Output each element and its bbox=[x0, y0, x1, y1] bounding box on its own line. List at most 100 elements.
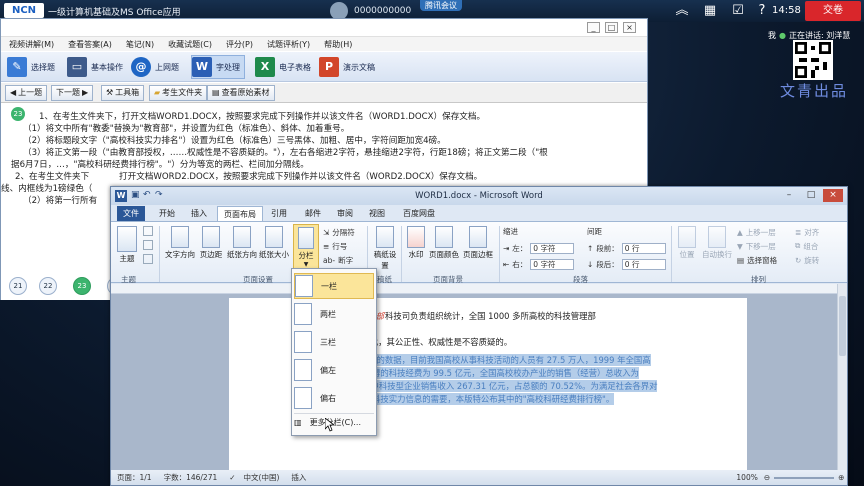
text-direction-button[interactable]: 文字方向 bbox=[165, 226, 195, 260]
prev-question-button[interactable]: ◀ 上一题 bbox=[5, 85, 48, 101]
menu-favorite[interactable]: 收藏试题(C) bbox=[168, 39, 212, 50]
indent-right-value[interactable]: 0 字符 bbox=[530, 258, 575, 270]
tab-home[interactable]: 开始 bbox=[153, 206, 181, 221]
paper-size-button[interactable]: 纸张大小 bbox=[259, 226, 289, 260]
close-icon[interactable]: × bbox=[823, 189, 843, 202]
selection-pane-button[interactable]: ▤ 选择窗格 bbox=[737, 254, 777, 266]
module-basic-ops[interactable]: ▭ 基本操作 bbox=[67, 55, 123, 79]
wrap-text-button[interactable]: 自动换行 bbox=[701, 226, 733, 260]
excel-icon: X bbox=[255, 57, 275, 77]
indent-right-field[interactable]: ⇤ 右： 0 字符 bbox=[503, 258, 575, 270]
question-number-21[interactable]: 21 bbox=[9, 277, 27, 295]
module-choice[interactable]: ✎ 选择题 bbox=[7, 55, 55, 79]
align-button[interactable]: ≣ 对齐 bbox=[795, 226, 819, 238]
spellcheck-icon[interactable]: ✓ bbox=[229, 473, 235, 482]
tab-file[interactable]: 文件 bbox=[117, 206, 145, 221]
next-question-button[interactable]: 下一题 ▶ bbox=[51, 85, 94, 101]
chevron-down-icon: ▼ bbox=[303, 261, 309, 268]
tab-view[interactable]: 视图 bbox=[363, 206, 391, 221]
exam-folder-button[interactable]: ▰ 考生文件夹 bbox=[149, 85, 208, 101]
menu-score[interactable]: 评分(P) bbox=[226, 39, 253, 50]
scroll-thumb[interactable] bbox=[839, 296, 846, 356]
menu-notes[interactable]: 笔记(N) bbox=[126, 39, 154, 50]
rotate-button[interactable]: ↻ 旋转 bbox=[795, 254, 819, 266]
module-ppt[interactable]: P 演示文稿 bbox=[319, 55, 375, 79]
zoom-slider[interactable] bbox=[774, 476, 835, 479]
themes-button[interactable]: 主题 bbox=[117, 226, 137, 264]
tab-review[interactable]: 审阅 bbox=[331, 206, 359, 221]
zoom-out-icon[interactable]: ⊖ bbox=[764, 473, 770, 482]
line-numbers-icon: ≡ bbox=[323, 241, 330, 251]
question-number-23[interactable]: 23 bbox=[73, 277, 91, 295]
menu-video[interactable]: 视频讲解(M) bbox=[9, 39, 54, 50]
status-zoom[interactable]: 100% bbox=[736, 473, 757, 482]
status-page[interactable]: 页面：1/1 bbox=[117, 472, 152, 483]
view-material-button[interactable]: ▤ 查看原始素材 bbox=[207, 85, 275, 101]
menu-analysis[interactable]: 试题评析(Y) bbox=[267, 39, 310, 50]
spacing-before-value[interactable]: 0 行 bbox=[621, 242, 666, 254]
theme-colors-icon[interactable] bbox=[143, 226, 153, 236]
separator bbox=[159, 226, 160, 282]
columns-option-two[interactable]: 两栏 bbox=[294, 301, 374, 327]
breaks-button[interactable]: ⇲ 分隔符 bbox=[323, 226, 355, 238]
status-words[interactable]: 字数：146/271 bbox=[164, 472, 218, 483]
minimize-icon[interactable]: – bbox=[779, 189, 799, 202]
submit-exam-button[interactable]: 交卷 bbox=[805, 1, 861, 21]
columns-option-one[interactable]: 一栏 bbox=[294, 273, 374, 299]
menu-help[interactable]: 帮助(H) bbox=[324, 39, 352, 50]
toolbox-button[interactable]: ⚒ 工具箱 bbox=[101, 85, 145, 101]
columns-button[interactable]: 分栏 ▼ bbox=[293, 224, 319, 272]
columns-option-three[interactable]: 三栏 bbox=[294, 329, 374, 355]
tab-mailings[interactable]: 邮件 bbox=[299, 206, 327, 221]
zoom-in-icon[interactable]: ⊕ bbox=[838, 473, 844, 482]
calculator-icon[interactable]: ▦ bbox=[702, 3, 718, 19]
position-button[interactable]: 位置 bbox=[675, 226, 699, 260]
maximize-icon[interactable]: □ bbox=[605, 22, 618, 33]
bring-forward-button[interactable]: ▲ 上移一层 bbox=[737, 226, 776, 238]
collapse-icon[interactable]: ︽ bbox=[674, 3, 690, 19]
close-icon[interactable]: × bbox=[623, 22, 636, 33]
group-button[interactable]: ⧉ 组合 bbox=[795, 240, 818, 252]
margins-button[interactable]: 页边距 bbox=[197, 226, 225, 260]
minimize-icon[interactable]: _ bbox=[587, 22, 600, 33]
columns-icon bbox=[298, 227, 314, 249]
send-backward-button[interactable]: ▼ 下移一层 bbox=[737, 240, 776, 252]
spacing-after-field[interactable]: ↓ 段后： 0 行 bbox=[587, 258, 666, 270]
indent-right-icon: ⇤ bbox=[503, 259, 510, 269]
watermark-button[interactable]: 水印 bbox=[405, 226, 427, 260]
button-label: 查看原始素材 bbox=[221, 88, 270, 97]
tool-icon: ⚒ bbox=[106, 88, 114, 97]
tab-references[interactable]: 引用 bbox=[265, 206, 293, 221]
checklist-icon[interactable]: ☑ bbox=[730, 3, 746, 19]
status-language[interactable]: 中文(中国) bbox=[244, 472, 280, 483]
menu-answer[interactable]: 查看答案(A) bbox=[68, 39, 112, 50]
tab-baidu[interactable]: 百度网盘 bbox=[397, 206, 441, 221]
theme-effects-icon[interactable] bbox=[143, 254, 153, 264]
columns-option-right[interactable]: 偏右 bbox=[294, 385, 374, 411]
ruler[interactable] bbox=[111, 284, 847, 294]
question-number-22[interactable]: 22 bbox=[39, 277, 57, 295]
indent-left-value[interactable]: 0 字符 bbox=[530, 242, 575, 254]
spacing-before-field[interactable]: ↑ 段前： 0 行 bbox=[587, 242, 666, 254]
tab-page-layout[interactable]: 页面布局 bbox=[217, 206, 263, 221]
maximize-icon[interactable]: □ bbox=[801, 189, 821, 202]
line-numbers-button[interactable]: ≡ 行号 bbox=[323, 240, 347, 252]
help-icon[interactable]: ? bbox=[754, 3, 770, 19]
module-word[interactable]: W 字处理 bbox=[191, 55, 245, 79]
module-internet[interactable]: @ 上网题 bbox=[131, 55, 179, 79]
wrap-text-icon bbox=[708, 226, 726, 248]
hyphenation-button[interactable]: ab- 断字 bbox=[323, 254, 353, 266]
indent-left-field[interactable]: ⇥ 左： 0 字符 bbox=[503, 242, 575, 254]
theme-fonts-icon[interactable] bbox=[143, 240, 153, 250]
page-borders-button[interactable]: 页面边框 bbox=[461, 226, 495, 260]
tab-insert[interactable]: 插入 bbox=[185, 206, 213, 221]
orientation-button[interactable]: 纸张方向 bbox=[227, 226, 257, 260]
spacing-after-value[interactable]: 0 行 bbox=[621, 258, 666, 270]
status-insert-mode[interactable]: 插入 bbox=[291, 472, 306, 483]
vertical-scrollbar[interactable] bbox=[837, 284, 847, 470]
module-excel[interactable]: X 电子表格 bbox=[255, 55, 311, 79]
page-color-button[interactable]: 页面颜色 bbox=[429, 226, 459, 260]
manuscript-button[interactable]: 稿纸设置 bbox=[373, 226, 397, 271]
ribbon-page-layout: 主题 文字方向 页边距 纸张方向 纸张大小 分栏 ▼ ⇲ 分隔符 ≡ 行号 ab- 断… bbox=[111, 221, 847, 284]
columns-option-left[interactable]: 偏左 bbox=[294, 357, 374, 383]
